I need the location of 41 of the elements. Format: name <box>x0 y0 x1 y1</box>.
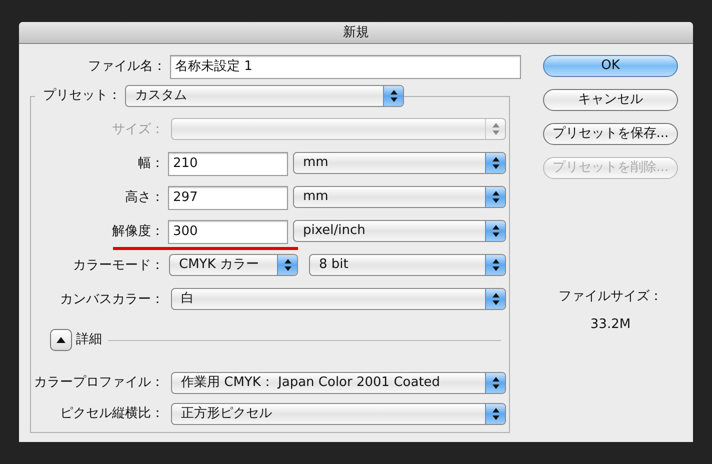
field-label: カラープロファイル： <box>33 374 165 392</box>
stepper-arrows-icon <box>492 292 500 306</box>
number-field[interactable]: 210 <box>168 152 288 176</box>
dialog-button[interactable]: プリセットを保存... <box>543 123 678 145</box>
dropdown-select[interactable]: 8 bit <box>309 254 506 276</box>
dialog-button[interactable]: キャンセル <box>543 89 678 111</box>
stepper-arrows-icon <box>284 258 292 272</box>
number-field[interactable]: 300 <box>168 220 288 244</box>
dialog-button[interactable]: OK <box>543 55 678 77</box>
dropdown-select[interactable]: CMYK カラー <box>169 254 298 276</box>
stepper-arrows-icon <box>492 156 500 170</box>
dropdown-select[interactable]: 正方形ピクセル <box>171 403 506 425</box>
field-label: カラーモード： <box>72 257 165 275</box>
stepper-arrows-icon <box>492 122 500 136</box>
file-name-field[interactable]: 名称未設定 1 <box>170 55 521 79</box>
dropdown-select[interactable]: 白 <box>171 288 506 310</box>
stepper-arrows-icon <box>492 376 500 390</box>
disclosure-button[interactable] <box>50 329 72 351</box>
section-label: 詳細 <box>76 331 102 350</box>
stepper-arrows-icon <box>492 258 500 272</box>
stepper-arrows-icon <box>492 407 500 421</box>
stepper-arrows-icon <box>492 190 500 204</box>
field-label: 高さ： <box>124 189 165 207</box>
file-size-value: 33.2M <box>589 316 632 334</box>
file-size-label: ファイルサイズ： <box>558 288 664 306</box>
dropdown-select[interactable]: カスタム <box>125 85 404 107</box>
dropdown-select[interactable]: mm <box>293 152 506 174</box>
window-title: 新規 <box>19 22 693 44</box>
field-label: サイズ： <box>111 121 165 139</box>
field-label: 解像度： <box>111 223 165 241</box>
dropdown-select[interactable]: mm <box>293 186 506 208</box>
field-label: 幅： <box>137 155 165 173</box>
dropdown-select[interactable]: 作業用 CMYK： Japan Color 2001 Coated <box>171 372 506 394</box>
field-label: ピクセル縦横比： <box>59 405 165 424</box>
number-field[interactable]: 297 <box>168 186 288 210</box>
stepper-arrows-icon <box>492 224 500 238</box>
field-label: ファイル名： <box>87 58 167 76</box>
triangle-icon <box>56 336 66 344</box>
field-label: カンバスカラー： <box>59 291 165 309</box>
stepper-arrows-icon <box>390 89 398 103</box>
dropdown-select[interactable]: pixel/inch <box>293 220 506 242</box>
